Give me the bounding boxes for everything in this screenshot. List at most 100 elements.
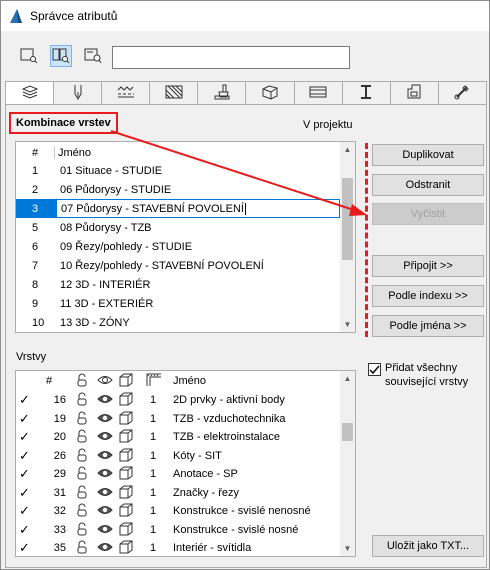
list-view-button[interactable] <box>18 45 40 67</box>
tab-building-materials[interactable] <box>246 81 295 105</box>
layer-row[interactable]: ✓ 33 1 Konstrukce - svislé nosné <box>16 520 340 539</box>
tab-surfaces-painter[interactable] <box>438 81 487 105</box>
visibility-eye-icon[interactable] <box>97 504 113 519</box>
layer-row[interactable]: ✓ 31 1 Značky - řezy <box>16 483 340 502</box>
visibility-eye-icon[interactable] <box>97 467 113 482</box>
visibility-eye-icon[interactable] <box>97 523 113 538</box>
combination-row[interactable]: 7 10 Řezy/pohledy - STAVEBNÍ POVOLENÍ <box>16 256 340 275</box>
column-name-header[interactable]: Jméno <box>173 375 206 387</box>
delete-button[interactable]: Odstranit <box>372 174 484 196</box>
wireframe-solid-icon[interactable] <box>119 522 133 539</box>
tab-composites[interactable] <box>294 81 343 105</box>
by-index-button[interactable]: Podle indexu >> <box>372 285 484 307</box>
lock-icon[interactable] <box>75 448 89 465</box>
visibility-eye-icon[interactable] <box>97 412 113 427</box>
wireframe-solid-icon[interactable] <box>119 411 133 428</box>
lock-icon[interactable] <box>75 392 89 409</box>
vertical-scrollbar[interactable]: ▲ ▼ <box>340 142 355 332</box>
dual-list-view-button[interactable] <box>50 45 72 67</box>
layer-row[interactable]: ✓ 29 1 Anotace - SP <box>16 464 340 483</box>
intersection-group-value[interactable]: 1 <box>150 413 156 425</box>
combination-row[interactable]: 6 09 Řezy/pohledy - STUDIE <box>16 237 340 256</box>
combination-row[interactable]: 9 11 3D - EXTERIÉR <box>16 294 340 313</box>
layer-row[interactable]: ✓ 35 1 Interiér - svítidla <box>16 538 340 556</box>
scroll-thumb[interactable] <box>342 423 353 441</box>
layer-row[interactable]: ✓ 32 1 Konstrukce - svislé nenosné <box>16 501 340 520</box>
add-related-layers-label[interactable]: Přidat všechny související vrstvy <box>385 361 485 389</box>
tab-pens[interactable] <box>54 81 103 105</box>
column-number-header[interactable]: # <box>46 375 66 387</box>
visibility-eye-icon[interactable] <box>97 393 113 408</box>
search-input[interactable] <box>112 46 350 69</box>
scroll-down-arrow[interactable]: ▼ <box>340 541 355 556</box>
append-button[interactable]: Připojit >> <box>372 255 484 277</box>
combination-row[interactable]: 5 08 Půdorysy - TZB <box>16 218 340 237</box>
purge-button[interactable]: Vyčistit <box>372 203 484 225</box>
intersection-group-value[interactable]: 1 <box>150 505 156 517</box>
wireframe-solid-icon[interactable] <box>119 485 133 502</box>
wireframe-solid-icon[interactable] <box>119 503 133 520</box>
layer-combinations-list[interactable]: # Jméno 1 01 Situace - STUDIE 2 06 Půdorysy… <box>15 141 356 333</box>
lock-icon[interactable] <box>75 540 89 556</box>
tab-layers[interactable] <box>5 81 55 105</box>
scroll-up-arrow[interactable]: ▲ <box>340 371 355 386</box>
visibility-eye-icon[interactable] <box>97 430 113 445</box>
layer-name: Anotace - SP <box>173 468 238 480</box>
intersection-group-value[interactable]: 1 <box>150 542 156 554</box>
tab-fills[interactable] <box>150 81 199 105</box>
rename-edit-field[interactable]: 07 Půdorysy - STAVEBNÍ POVOLENÍ <box>56 199 340 218</box>
visibility-eye-icon[interactable] <box>97 374 113 389</box>
layer-number: 19 <box>53 412 66 425</box>
layers-vertical-scrollbar[interactable]: ▲ ▼ <box>340 371 355 556</box>
tab-zones[interactable] <box>390 81 439 105</box>
tab-surfaces[interactable] <box>198 81 247 105</box>
visibility-eye-icon[interactable] <box>97 449 113 464</box>
lock-icon[interactable] <box>75 485 89 502</box>
lock-icon[interactable] <box>75 373 89 390</box>
combination-row[interactable]: 2 06 Půdorysy - STUDIE <box>16 180 340 199</box>
scroll-thumb[interactable] <box>342 178 353 260</box>
layer-number: 16 <box>53 394 66 406</box>
combination-row[interactable]: 3 07 Půdorysy - STAVEBNÍ POVOLENÍ <box>16 199 340 218</box>
lock-icon[interactable] <box>75 503 89 520</box>
by-name-button[interactable]: Podle jména >> <box>372 315 484 337</box>
scroll-up-arrow[interactable]: ▲ <box>340 142 355 157</box>
intersection-group-value[interactable]: 1 <box>150 524 156 536</box>
lock-icon[interactable] <box>75 429 89 446</box>
save-as-txt-button[interactable]: Uložit jako TXT... <box>372 535 484 557</box>
lock-icon[interactable] <box>75 522 89 539</box>
wireframe-solid-icon[interactable] <box>119 448 133 465</box>
layer-row[interactable]: ✓ 26 1 Kóty - SIT <box>16 446 340 465</box>
wireframe-solid-icon[interactable] <box>119 392 133 409</box>
visibility-eye-icon[interactable] <box>97 541 113 556</box>
layer-row[interactable]: ✓ 20 1 TZB - elektroinstalace <box>16 427 340 446</box>
visibility-eye-icon[interactable] <box>97 486 113 501</box>
duplicate-button[interactable]: Duplikovat <box>372 144 484 166</box>
intersection-group-value[interactable]: 1 <box>150 487 156 499</box>
intersection-group-value[interactable]: 1 <box>150 450 156 462</box>
combination-row[interactable]: 10 13 3D - ZÓNY <box>16 313 340 332</box>
wireframe-solid-icon[interactable] <box>119 540 133 556</box>
tab-line-types[interactable] <box>102 81 151 105</box>
layer-row[interactable]: ✓ 16 1 2D prvky - aktivní body <box>16 390 340 409</box>
combination-row[interactable]: 1 01 Situace - STUDIE <box>16 161 340 180</box>
column-name-header[interactable]: Jméno <box>58 147 91 159</box>
intersection-group-value[interactable]: 1 <box>150 431 156 443</box>
layer-row[interactable]: ✓ 19 1 TZB - vzduchotechnika <box>16 409 340 428</box>
intersection-group-icon[interactable] <box>146 373 162 390</box>
add-related-layers-checkbox[interactable] <box>368 363 381 376</box>
intersection-group-value[interactable]: 1 <box>150 394 156 406</box>
intersection-group-value[interactable]: 1 <box>150 468 156 480</box>
lock-icon[interactable] <box>75 411 89 428</box>
single-list-search-button[interactable] <box>82 45 104 67</box>
wireframe-solid-icon[interactable] <box>119 429 133 446</box>
tab-profiles[interactable] <box>342 81 391 105</box>
scroll-down-arrow[interactable]: ▼ <box>340 317 355 332</box>
column-number-header[interactable]: # <box>32 147 38 159</box>
lock-icon[interactable] <box>75 466 89 483</box>
wireframe-solid-icon[interactable] <box>119 373 133 390</box>
wireframe-solid-icon[interactable] <box>119 466 133 483</box>
layers-list[interactable]: # Jméno ✓ 16 1 2D prvky - aktivní body ✓ 19 1 T… <box>15 370 356 557</box>
combination-row[interactable]: 8 12 3D - INTERIÉR <box>16 275 340 294</box>
checkmark-icon: ✓ <box>19 429 30 444</box>
